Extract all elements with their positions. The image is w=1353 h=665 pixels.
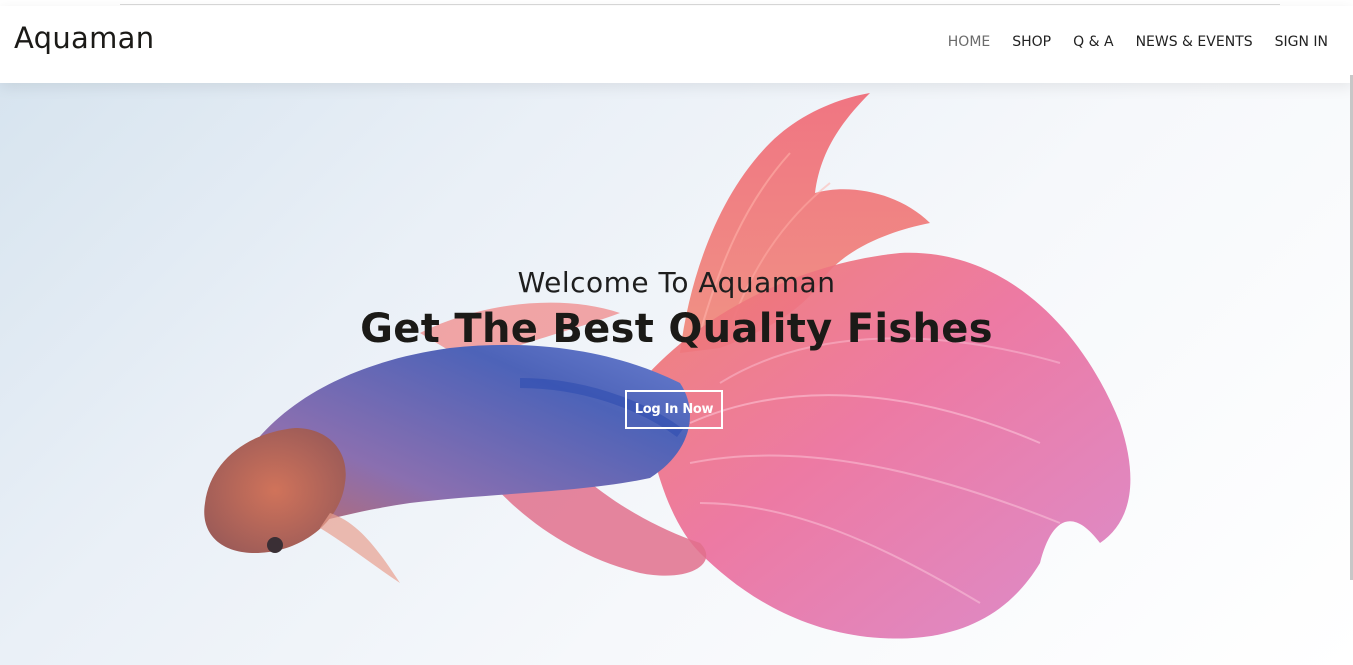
- nav-sign-in-link[interactable]: SIGN IN: [1275, 34, 1328, 50]
- welcome-text: Welcome To Aquaman: [517, 266, 836, 299]
- nav-shop-link[interactable]: SHOP: [1012, 34, 1051, 50]
- navbar: Aquaman HOME SHOP Q & A NEWS & EVENTS SI…: [0, 6, 1353, 83]
- nav-news-events-link[interactable]: NEWS & EVENTS: [1136, 34, 1253, 50]
- main-nav: HOME SHOP Q & A NEWS & EVENTS SIGN IN: [948, 34, 1328, 50]
- hero-headline: Get The Best Quality Fishes: [360, 306, 993, 352]
- hero-section: Welcome To Aquaman Get The Best Quality …: [0, 83, 1353, 665]
- brand-logo[interactable]: Aquaman: [14, 21, 154, 55]
- nav-home-link[interactable]: HOME: [948, 34, 990, 50]
- nav-qa-link[interactable]: Q & A: [1073, 34, 1113, 50]
- login-button[interactable]: Log In Now: [625, 390, 723, 429]
- top-divider: [120, 0, 1280, 5]
- betta-fish-image: [204, 93, 1131, 639]
